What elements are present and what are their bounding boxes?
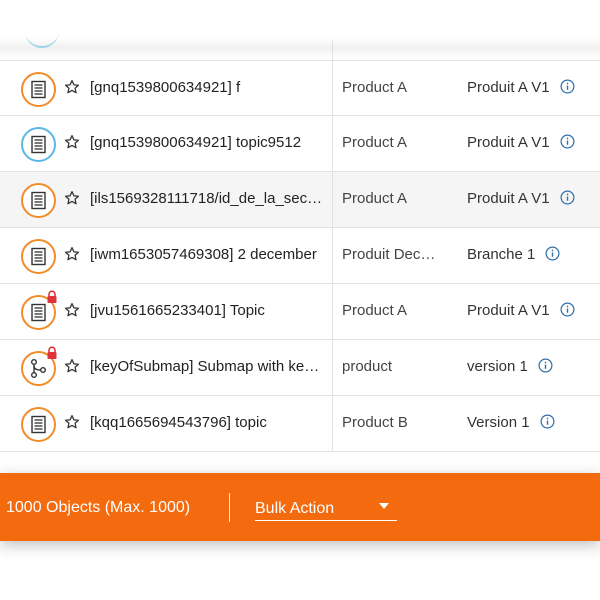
column-divider xyxy=(332,116,333,171)
object-title[interactable]: [kqq1665694543796] topic xyxy=(90,414,326,431)
info-icon[interactable] xyxy=(540,414,555,429)
table-header-shadow xyxy=(0,0,600,58)
column-divider xyxy=(332,284,333,339)
favorite-star-icon[interactable] xyxy=(63,413,81,431)
object-count-label: 1000 Objects (Max. 1000) xyxy=(6,499,191,516)
lock-icon xyxy=(45,290,59,304)
table-row[interactable]: [gnq1539800634921] topic9512 Product A P… xyxy=(0,116,600,172)
version-cell: Version 1 xyxy=(467,414,555,431)
product-name: Product A xyxy=(342,79,408,96)
info-icon[interactable] xyxy=(560,190,575,205)
favorite-star-icon[interactable] xyxy=(63,301,81,319)
favorite-star-icon[interactable] xyxy=(63,133,81,151)
info-icon[interactable] xyxy=(545,246,560,261)
object-title[interactable]: [keyOfSubmap] Submap with keys and more xyxy=(90,358,326,375)
version-cell: Produit A V1 xyxy=(467,302,575,319)
version-name: Produit A V1 xyxy=(467,190,550,207)
bulk-action-dropdown[interactable]: Bulk Action xyxy=(255,499,397,521)
product-name: Product A xyxy=(342,302,408,319)
column-divider xyxy=(332,61,333,115)
column-divider xyxy=(332,340,333,395)
favorite-star-icon[interactable] xyxy=(63,189,81,207)
document-icon xyxy=(21,183,56,218)
version-name: Produit A V1 xyxy=(467,79,550,96)
version-name: version 1 xyxy=(467,358,528,375)
table-row[interactable]: [kqq1665694543796] topic Product B Versi… xyxy=(0,396,600,452)
object-title[interactable]: [iwm1653057469308] 2 december xyxy=(90,246,326,263)
info-icon[interactable] xyxy=(560,134,575,149)
object-title[interactable]: [jvu1561665233401] Topic xyxy=(90,302,326,319)
info-icon[interactable] xyxy=(560,302,575,317)
document-icon xyxy=(21,127,56,162)
lock-icon xyxy=(45,346,59,360)
bulk-action-label: Bulk Action xyxy=(255,500,335,517)
version-name: Produit A V1 xyxy=(467,302,550,319)
column-divider xyxy=(332,396,333,451)
product-name: product xyxy=(342,358,393,375)
table-body: [gnq1539800634921] f Product A Produit A… xyxy=(0,60,600,452)
table-row[interactable]: [ils1569328111718/id_de_la_section] Prod… xyxy=(0,172,600,228)
version-cell: version 1 xyxy=(467,358,553,375)
favorite-star-icon[interactable] xyxy=(63,357,81,375)
table-row[interactable]: [gnq1539800634921] f Product A Produit A… xyxy=(0,60,600,116)
object-title[interactable]: [ils1569328111718/id_de_la_section] xyxy=(90,190,326,207)
object-title[interactable]: [gnq1539800634921] topic9512 xyxy=(90,134,326,151)
version-name: Branche 1 xyxy=(467,246,536,263)
document-icon xyxy=(21,72,56,107)
bulk-action-bar: 1000 Objects (Max. 1000) Bulk Action xyxy=(0,473,600,541)
column-divider xyxy=(332,40,333,60)
footer-divider xyxy=(229,493,230,522)
table-row[interactable]: [keyOfSubmap] Submap with keys and more … xyxy=(0,340,600,396)
product-name: Product B xyxy=(342,414,408,431)
info-icon[interactable] xyxy=(538,358,553,373)
product-name: Produit December xyxy=(342,246,442,263)
column-divider xyxy=(332,228,333,283)
version-cell: Produit A V1 xyxy=(467,79,575,96)
info-icon[interactable] xyxy=(560,79,575,94)
caret-down-icon xyxy=(379,503,389,509)
version-cell: Produit A V1 xyxy=(467,134,575,151)
table-row[interactable]: [iwm1653057469308] 2 december Produit De… xyxy=(0,228,600,284)
product-name: Product A xyxy=(342,134,408,151)
document-icon xyxy=(21,239,56,274)
table-row[interactable]: [jvu1561665233401] Topic Product A Produ… xyxy=(0,284,600,340)
column-divider xyxy=(332,172,333,227)
version-cell: Produit A V1 xyxy=(467,190,575,207)
version-cell: Branche 1 xyxy=(467,246,560,263)
version-name: Produit A V1 xyxy=(467,134,550,151)
document-icon xyxy=(21,290,57,330)
submap-icon xyxy=(21,346,57,386)
object-title[interactable]: [gnq1539800634921] f xyxy=(90,79,326,96)
favorite-star-icon[interactable] xyxy=(63,245,81,263)
favorite-star-icon[interactable] xyxy=(63,78,81,96)
document-icon xyxy=(21,407,56,442)
product-name: Product A xyxy=(342,190,408,207)
version-name: Version 1 xyxy=(467,414,530,431)
